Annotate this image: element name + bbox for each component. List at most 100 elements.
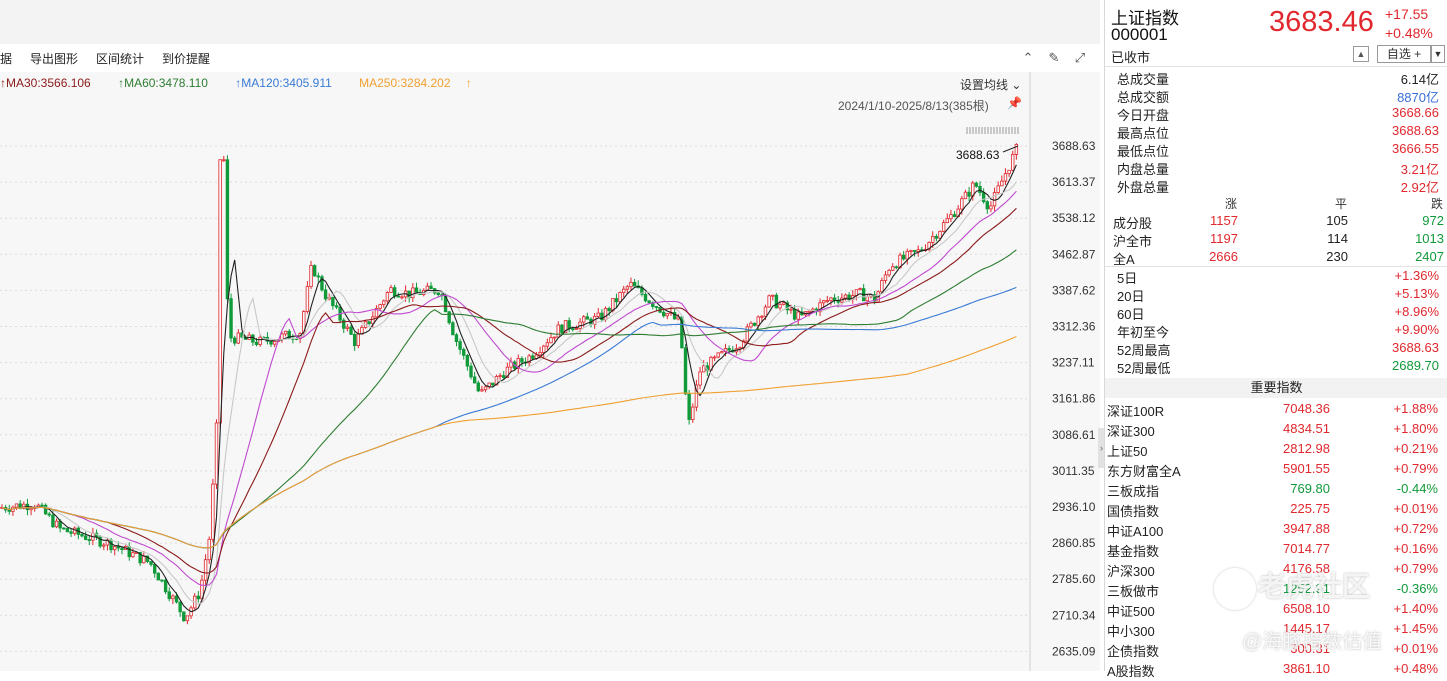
set-ma-button[interactable]: 设置均线 ⌄ xyxy=(960,76,1021,93)
pin-icon[interactable]: 📌 xyxy=(1007,96,1022,110)
candle-body xyxy=(643,293,648,302)
add-favorite-button[interactable]: 自选 + xyxy=(1377,45,1431,63)
index-row[interactable]: 深证300 4834.51 +1.80% xyxy=(1105,421,1447,441)
favorite-dropdown-icon[interactable]: ▼ xyxy=(1431,45,1445,63)
candle-body xyxy=(941,222,946,232)
ma20-line xyxy=(1,190,1017,587)
candle-body xyxy=(945,218,949,224)
date-range-label: 2024/1/10-2025/8/13(385根) xyxy=(838,99,989,113)
candle-body xyxy=(647,300,651,304)
index-row-value: 3861.10 xyxy=(1283,661,1330,676)
bell-icon[interactable]: ▲ xyxy=(1353,46,1369,62)
index-row-value: 225.75 xyxy=(1290,501,1330,516)
candle-body xyxy=(167,591,171,600)
index-row[interactable]: 三板做市 1252.91 -0.36% xyxy=(1105,581,1447,601)
candle-body xyxy=(367,321,371,324)
breadth-flat: 105 xyxy=(1326,213,1348,228)
index-row-pct: -0.44% xyxy=(1396,481,1438,496)
breadth-row: 全A 2666 230 2407 xyxy=(1105,249,1447,267)
index-row[interactable]: 中证500 6508.10 +1.40% xyxy=(1105,601,1447,621)
candle-body xyxy=(171,595,175,600)
candle-body xyxy=(272,340,277,345)
index-row-pct: +0.01% xyxy=(1393,501,1438,516)
stat-row: 总成交额 8870亿 xyxy=(1117,87,1439,105)
index-row-name: 沪深300 xyxy=(1107,564,1155,579)
candle-body xyxy=(382,300,386,305)
candle-body xyxy=(774,294,779,309)
index-row[interactable]: 企债指数 300.31 +0.01% xyxy=(1105,641,1447,661)
candle-body xyxy=(665,313,670,317)
candle-body xyxy=(683,347,688,395)
index-row-pct: -0.36% xyxy=(1396,581,1438,596)
candle-body xyxy=(796,311,800,320)
fullscreen-icon[interactable]: ⤢ xyxy=(1072,50,1088,66)
period-label: 年初至今 xyxy=(1117,325,1170,340)
candle-body xyxy=(331,297,335,307)
candle-body xyxy=(891,266,895,271)
candle-body xyxy=(211,483,215,540)
candle-body xyxy=(960,198,964,210)
candle-body xyxy=(323,289,328,300)
index-row[interactable]: A股指数 3861.10 +0.48% xyxy=(1105,661,1447,681)
index-row-name: 深证100R xyxy=(1107,404,1165,419)
period-value: 2689.70 xyxy=(1392,358,1439,373)
index-row-name: 基金指数 xyxy=(1107,544,1160,559)
candle-body xyxy=(312,265,317,277)
toolbar-range-stats[interactable]: 区间统计 xyxy=(96,50,144,67)
index-row-name: 中证A100 xyxy=(1107,524,1164,539)
candle-body xyxy=(865,296,869,302)
candle-body xyxy=(458,341,462,350)
breadth-label: 成分股 xyxy=(1113,216,1153,231)
market-status: 已收市 xyxy=(1111,50,1151,65)
index-row[interactable]: 深证100R 7048.36 +1.88% xyxy=(1105,401,1447,421)
index-row[interactable]: 三板成指 769.80 -0.44% xyxy=(1105,481,1447,501)
index-row[interactable]: 上证50 2812.98 +0.21% xyxy=(1105,441,1447,461)
candle-body xyxy=(607,308,611,312)
candle-body xyxy=(258,336,262,345)
index-row-name: 深证300 xyxy=(1107,424,1155,439)
index-row-value: 300.31 xyxy=(1290,641,1330,656)
kline-chart-svg[interactable]: 3688.63 3613.37 3538.12 3462.87 3387.62 3312.… xyxy=(0,72,1100,671)
index-row-value: 4834.51 xyxy=(1283,421,1330,436)
index-row-pct: +0.48% xyxy=(1393,661,1438,676)
candle-body xyxy=(40,504,44,507)
index-row-pct: +0.21% xyxy=(1393,441,1438,456)
breadth-down: 972 xyxy=(1422,213,1444,228)
stat-label: 内盘总量 xyxy=(1117,162,1170,177)
quote-panel: 上证指数 000001 已收市 3683.46 +17.55 +0.48% ▲ … xyxy=(1104,0,1447,679)
candle-body xyxy=(349,326,353,335)
index-row-value: 769.80 xyxy=(1290,481,1330,496)
candle-body xyxy=(767,295,771,308)
kline-chart-area[interactable]: 3688.63 3613.37 3538.12 3462.87 3387.62 3312.… xyxy=(0,72,1100,671)
candle-body xyxy=(654,306,659,308)
candle-body xyxy=(160,579,164,582)
toolbar-item-data[interactable]: 据 xyxy=(0,50,12,67)
candle-body xyxy=(436,292,440,296)
candle-body xyxy=(807,310,811,313)
candle-body xyxy=(483,386,488,391)
candle-body xyxy=(582,316,586,323)
collapse-up-icon[interactable]: ⌃ xyxy=(1020,50,1036,66)
candle-body xyxy=(931,236,935,243)
pen-icon[interactable]: ✎ xyxy=(1046,50,1062,66)
index-row[interactable]: 中证A100 3947.88 +0.72% xyxy=(1105,521,1447,541)
divider xyxy=(1105,66,1447,67)
index-row[interactable]: 东方财富全A 5901.55 +0.79% xyxy=(1105,461,1447,481)
candle-body xyxy=(174,595,179,603)
index-row[interactable]: 中小300 1445.17 +1.45% xyxy=(1105,621,1447,641)
toolbar-price-alert[interactable]: 到价提醒 xyxy=(162,50,210,67)
toolbar-export-chart[interactable]: 导出图形 xyxy=(30,50,78,67)
candle-body xyxy=(80,534,84,537)
index-row[interactable]: 沪深300 4176.58 +0.79% xyxy=(1105,561,1447,581)
breadth-down: 2407 xyxy=(1415,249,1444,264)
candle-body xyxy=(378,304,382,309)
index-row-name: 东方财富全A xyxy=(1107,464,1181,479)
candle-body xyxy=(567,320,571,329)
candle-body xyxy=(542,345,546,353)
stat-label: 今日开盘 xyxy=(1117,108,1170,123)
candle-body xyxy=(985,201,989,210)
index-row[interactable]: 基金指数 7014.77 +0.16% xyxy=(1105,541,1447,561)
stat-label: 最低点位 xyxy=(1117,144,1170,159)
index-row[interactable]: 国债指数 225.75 +0.01% xyxy=(1105,501,1447,521)
candle-body xyxy=(611,298,615,312)
